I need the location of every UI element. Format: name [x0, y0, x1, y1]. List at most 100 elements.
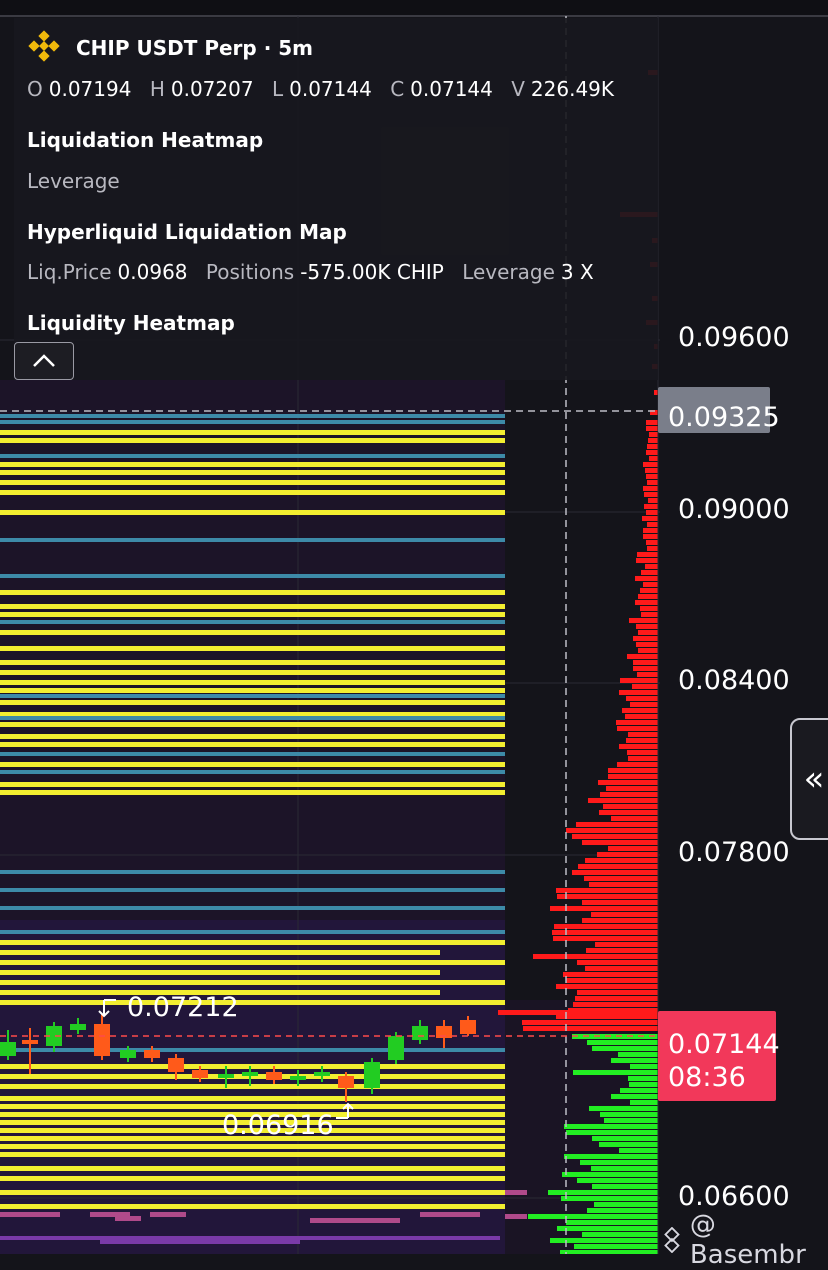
- liq-bar: [638, 630, 658, 635]
- liq-bar: [566, 1130, 658, 1135]
- liq-bar: [584, 876, 658, 881]
- heat-band-yellow: [0, 630, 505, 635]
- hyperliquid-map-title[interactable]: Hyperliquid Liquidation Map: [27, 220, 347, 244]
- ohlc-volume-key: V: [511, 77, 525, 101]
- liq-bar: [572, 870, 658, 875]
- liq-bar: [647, 444, 658, 449]
- liq-bar: [592, 1136, 658, 1141]
- bar-countdown: 08:36: [668, 1062, 746, 1093]
- watermark-text: @ Basembr: [689, 1210, 806, 1270]
- liq-bar: [638, 594, 658, 599]
- liq-bar: [611, 1058, 658, 1063]
- liquidity-heatmap-title[interactable]: Liquidity Heatmap: [27, 311, 235, 335]
- liq-bar: [561, 1196, 658, 1201]
- leverage-key: Leverage: [462, 260, 555, 284]
- candle-body: [460, 1020, 476, 1034]
- candle-body: [338, 1076, 354, 1088]
- heat-band-yellow: [0, 980, 505, 985]
- collapse-panel-button[interactable]: [14, 342, 74, 380]
- candle-body: [144, 1050, 160, 1058]
- heat-band-teal: [0, 414, 505, 418]
- liq-bar: [573, 1002, 658, 1007]
- liq-price-key: Liq.Price: [27, 260, 112, 284]
- current-price-value: 0.07144: [668, 1029, 780, 1060]
- liq-bar: [643, 582, 658, 587]
- heat-band-yellow: [0, 646, 505, 651]
- heat-band-pink: [115, 1216, 141, 1221]
- liq-bar: [648, 438, 658, 443]
- candle-body: [290, 1076, 306, 1080]
- liq-bar: [548, 1190, 658, 1195]
- liq-bar: [580, 1160, 658, 1165]
- symbol-title[interactable]: CHIP USDT Perp · 5m: [76, 36, 313, 60]
- heat-band-yellow: [0, 1104, 505, 1109]
- expand-panel-button[interactable]: «: [790, 718, 828, 840]
- heat-band-teal: [0, 870, 505, 874]
- heat-band-yellow: [0, 604, 505, 609]
- liq-bar: [597, 852, 658, 857]
- liq-bar: [577, 990, 658, 995]
- liq-bar: [629, 618, 658, 623]
- heat-band-pink: [150, 1212, 186, 1217]
- candle-body: [192, 1070, 208, 1078]
- candle-body: [0, 1042, 16, 1056]
- candle-body: [94, 1024, 110, 1056]
- liq-bar: [591, 1166, 658, 1171]
- liq-bar: [595, 942, 658, 947]
- liq-bar: [641, 570, 658, 575]
- heat-band-yellow: [0, 960, 505, 965]
- heat-band-teal: [0, 906, 505, 910]
- liq-bar: [563, 972, 658, 977]
- heat-band-teal: [0, 620, 505, 624]
- liquidation-heatmap-title[interactable]: Liquidation Heatmap: [27, 128, 263, 152]
- liq-bar: [608, 846, 658, 851]
- liq-bar: [552, 930, 658, 935]
- liq-bar: [649, 432, 658, 437]
- heat-band-teal: [0, 420, 505, 424]
- heat-band-yellow: [0, 612, 505, 617]
- liq-bar: [635, 576, 658, 581]
- candle-body: [22, 1040, 38, 1044]
- heat-band-yellow: [0, 700, 505, 705]
- ohlc-low-key: L: [271, 77, 284, 101]
- liq-bar: [608, 768, 658, 773]
- liq-bar: [646, 510, 658, 515]
- price-tick-label: 0.09600: [678, 322, 790, 353]
- heat-band-yellow: [0, 510, 505, 515]
- ohlc-low-value: 0.07144: [289, 77, 372, 101]
- liq-bar: [646, 420, 658, 425]
- liq-bar: [528, 1214, 658, 1219]
- heat-band-teal: [0, 716, 505, 720]
- liq-bar: [608, 774, 658, 779]
- liq-bar: [582, 1232, 658, 1237]
- liq-bar: [619, 744, 658, 749]
- liq-bar: [611, 1094, 658, 1099]
- candle-body: [218, 1074, 234, 1078]
- liq-bar: [641, 612, 658, 617]
- candle-body: [242, 1072, 258, 1076]
- liq-bar: [566, 1220, 658, 1225]
- heat-band-pink: [505, 1190, 527, 1195]
- liq-bar: [556, 888, 658, 893]
- liq-bar: [636, 642, 658, 647]
- ohlc-high-value: 0.07207: [170, 77, 254, 101]
- liq-bar: [577, 1178, 658, 1183]
- liq-bar: [619, 690, 658, 695]
- liq-bar: [626, 696, 658, 701]
- liq-bar: [616, 720, 658, 725]
- heat-band-yellow: [0, 470, 505, 475]
- heat-band-teal: [0, 888, 505, 892]
- liq-bar: [626, 738, 658, 743]
- heat-band-yellow: [0, 1204, 505, 1209]
- liq-bar: [633, 666, 658, 671]
- liq-bar: [630, 1100, 658, 1105]
- heat-band-yellow: [0, 1190, 505, 1195]
- heat-band-yellow: [0, 734, 505, 739]
- heat-band-pink: [0, 1212, 60, 1217]
- heat-band-teal: [0, 694, 505, 698]
- liq-bar: [648, 498, 658, 503]
- liq-bar: [592, 1046, 658, 1051]
- heat-band-yellow: [0, 950, 440, 955]
- heat-band-yellow: [0, 590, 505, 595]
- liq-bar: [643, 528, 658, 533]
